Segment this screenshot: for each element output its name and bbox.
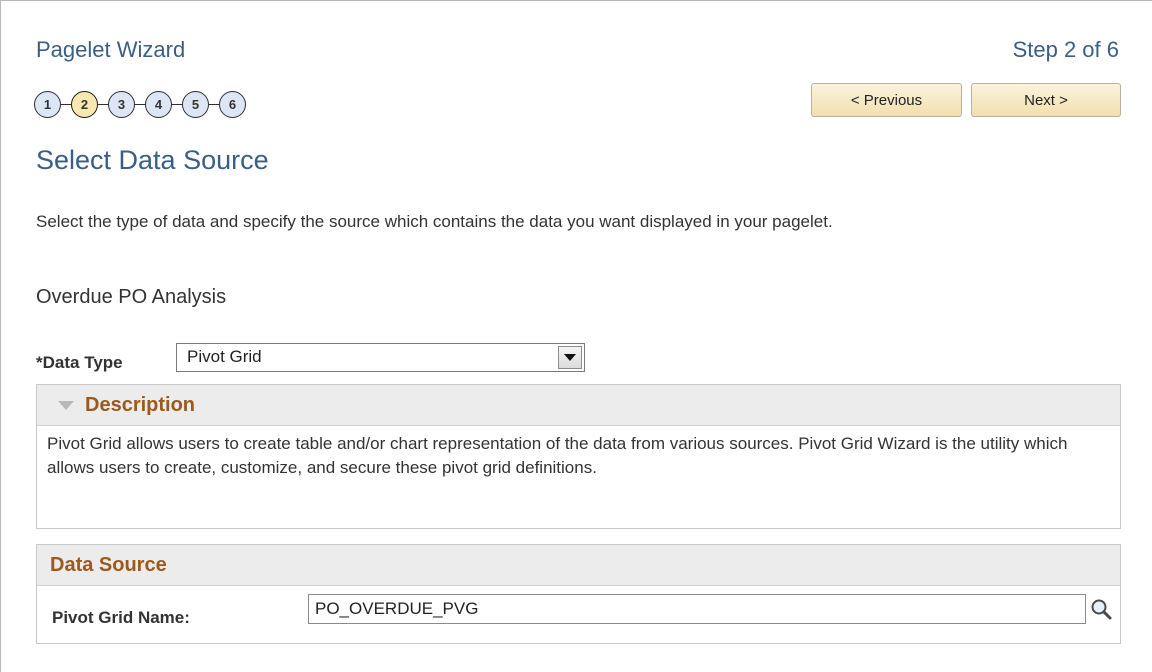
dropdown-arrow-icon[interactable] <box>558 346 582 369</box>
next-button[interactable]: Next > <box>971 83 1121 117</box>
step-train: 1 2 3 4 5 6 <box>34 89 246 119</box>
data-type-value: Pivot Grid <box>187 347 262 366</box>
description-panel-title: Description <box>85 393 196 416</box>
data-source-panel-header: Data Source <box>37 545 1120 586</box>
data-type-label-text: Data Type <box>42 353 123 372</box>
description-panel-header[interactable]: Description <box>37 385 1120 426</box>
page-title: Select Data Source <box>36 145 269 175</box>
step-1[interactable]: 1 <box>34 90 61 118</box>
step-connector <box>98 103 108 105</box>
step-connector <box>209 103 219 105</box>
step-6[interactable]: 6 <box>219 90 246 118</box>
pagelet-name: Overdue PO Analysis <box>36 286 227 308</box>
description-panel: Description Pivot Grid allows users to c… <box>36 384 1121 529</box>
step-3[interactable]: 3 <box>108 90 135 118</box>
data-source-panel: Data Source Pivot Grid Name: <box>36 544 1121 644</box>
step-4[interactable]: 4 <box>145 90 172 118</box>
description-text: Pivot Grid allows users to create table … <box>47 434 1068 477</box>
step-2-current[interactable]: 2 <box>71 90 98 118</box>
step-indicator-text: Step 2 of 6 <box>1012 37 1119 62</box>
data-type-label: *Data Type <box>36 353 123 373</box>
collapse-triangle-icon[interactable] <box>58 400 74 410</box>
step-5[interactable]: 5 <box>182 90 209 118</box>
search-icon[interactable] <box>1089 597 1113 621</box>
step-connector <box>172 103 182 105</box>
step-connector <box>61 103 71 105</box>
step-connector <box>135 103 145 105</box>
data-type-select[interactable]: Pivot Grid <box>176 343 585 372</box>
page-frame: Pagelet Wizard Step 2 of 6 1 2 3 4 5 6 <… <box>0 0 1152 672</box>
intro-text: Select the type of data and specify the … <box>36 212 833 231</box>
required-mark: * <box>36 353 43 372</box>
data-source-panel-title: Data Source <box>50 553 167 576</box>
pivot-grid-name-label: Pivot Grid Name: <box>52 608 190 627</box>
wizard-title: Pagelet Wizard <box>36 37 186 62</box>
previous-button[interactable]: < Previous <box>811 83 962 117</box>
pivot-grid-name-input[interactable] <box>308 594 1086 624</box>
